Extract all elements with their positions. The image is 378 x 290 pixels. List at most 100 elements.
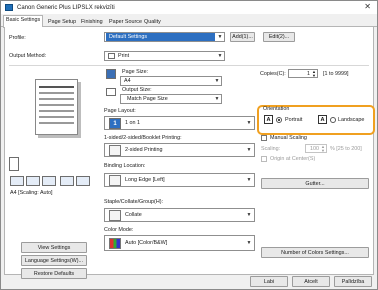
output-method-label: Output Method: xyxy=(9,53,47,59)
preview-line xyxy=(39,110,74,112)
scaling-range: % [25 to 200] xyxy=(330,146,362,152)
page-layout-value: 1 on 1 xyxy=(125,120,140,126)
restore-defaults-button[interactable]: Restore Defaults xyxy=(21,268,87,279)
preview-line xyxy=(39,104,74,106)
tab-paper-source[interactable]: Paper Source xyxy=(106,17,145,27)
stepper-arrows-icon[interactable]: ▲ ▼ xyxy=(312,70,316,78)
landscape-icon: A xyxy=(318,115,327,124)
scaling-value: 100 xyxy=(310,146,319,152)
printer-icon xyxy=(108,53,115,59)
close-icon[interactable]: ✕ xyxy=(364,2,371,11)
staple-select[interactable]: Collate ▼ xyxy=(104,208,255,222)
binding-select[interactable]: Long Edge [Left] ▼ xyxy=(104,173,255,187)
portrait-label: Portrait xyxy=(285,117,303,123)
profile-label: Profile: xyxy=(9,35,26,41)
copies-range: [1 to 9999] xyxy=(323,71,349,77)
manual-scaling-checkbox[interactable] xyxy=(261,135,267,141)
scaling-label: Scaling: xyxy=(261,146,281,152)
page-layout-select[interactable]: 1 1 on 1 ▼ xyxy=(104,116,255,130)
staple-label: Staple/Collate/Group(H): xyxy=(104,199,164,205)
chevron-down-icon: ▼ xyxy=(246,212,252,218)
color-mode-value: Auto [Color/B&W] xyxy=(125,240,168,246)
binding-label: Binding Location: xyxy=(104,163,146,169)
page-preview xyxy=(35,79,78,135)
preview-line xyxy=(39,122,74,124)
title-bar: Canon Generic Plus LIPSLX rekvizīti ✕ xyxy=(1,1,377,14)
color-mode-icon xyxy=(109,237,121,249)
preview-line xyxy=(39,92,74,94)
copies-label: Copies(C): xyxy=(260,71,286,77)
printer-app-icon xyxy=(5,4,13,11)
settings-icon-5 xyxy=(76,176,90,186)
view-settings-button[interactable]: View Settings xyxy=(21,242,87,253)
chevron-down-icon: ▼ xyxy=(214,96,220,102)
landscape-radio[interactable] xyxy=(330,117,336,123)
printing-label: 1-sided/2-sided/Booklet Printing: xyxy=(104,135,182,141)
tab-finishing[interactable]: Finishing xyxy=(78,17,106,27)
page-size-label: Page Size: xyxy=(122,69,149,75)
binding-value: Long Edge [Left] xyxy=(125,177,165,183)
portrait-icon: A xyxy=(264,115,273,124)
preview-caption: A4 [Scaling: Auto] xyxy=(10,190,53,196)
manual-scaling-label: Manual Scaling xyxy=(270,135,307,141)
chevron-down-icon: ▼ xyxy=(217,53,223,59)
output-method-value: Print xyxy=(118,53,130,59)
scaling-stepper[interactable]: 100 ▲ ▼ xyxy=(305,144,327,153)
edit-profile-button[interactable]: Edit(2)... xyxy=(263,32,295,42)
preview-line xyxy=(39,98,74,100)
gutter-button[interactable]: Gutter... xyxy=(261,178,369,189)
help-button[interactable]: Palīdzība xyxy=(334,276,372,287)
tab-page-setup[interactable]: Page Setup xyxy=(45,17,79,27)
settings-icon-2 xyxy=(26,176,40,186)
printing-value: 2-sided Printing xyxy=(125,147,163,153)
preview-line xyxy=(39,116,74,118)
layout-badge: 1 xyxy=(109,117,121,129)
tab-quality[interactable]: Quality xyxy=(141,17,164,27)
page-size-icon xyxy=(106,69,116,79)
two-sided-icon xyxy=(109,144,121,156)
number-of-colors-button[interactable]: Number of Colors Settings... xyxy=(261,247,369,258)
cancel-button[interactable]: Atcelt xyxy=(292,276,330,287)
portrait-radio[interactable] xyxy=(276,117,282,123)
ok-button[interactable]: Labi xyxy=(250,276,288,287)
divider xyxy=(9,65,369,66)
landscape-label: Landscape xyxy=(338,117,365,123)
chevron-down-icon: ▼ xyxy=(246,240,252,246)
color-mode-label: Color Mode: xyxy=(104,227,134,233)
basic-settings-panel: Profile: Default Settings ▼ Add(1)... Ed… xyxy=(4,27,375,279)
printing-select[interactable]: 2-sided Printing ▼ xyxy=(104,143,255,157)
window-title: Canon Generic Plus LIPSLX rekvizīti xyxy=(17,4,115,11)
settings-icon-1 xyxy=(10,176,24,186)
binding-icon xyxy=(109,174,121,186)
chevron-down-icon: ▼ xyxy=(246,177,252,183)
output-size-select[interactable]: Match Page Size ▼ xyxy=(120,94,222,104)
chevron-down-icon: ▼ xyxy=(214,78,220,84)
chevron-down-icon: ▼ xyxy=(246,147,252,153)
chevron-down-icon: ▼ xyxy=(246,120,252,126)
collate-icon xyxy=(109,209,121,221)
add-profile-button[interactable]: Add(1)... xyxy=(230,32,255,42)
chevron-down-icon: ▼ xyxy=(217,34,223,40)
printer-properties-window: Canon Generic Plus LIPSLX rekvizīti ✕ Ba… xyxy=(0,0,378,290)
profile-value: Default Settings xyxy=(106,33,215,41)
page-size-value: A4 xyxy=(124,78,131,84)
orientation-label: Orientation xyxy=(263,106,290,112)
output-method-select[interactable]: Print ▼ xyxy=(104,51,225,61)
stepper-arrows-icon[interactable]: ▲ ▼ xyxy=(321,145,325,153)
profile-select[interactable]: Default Settings ▼ xyxy=(104,32,225,42)
preview-line xyxy=(39,86,74,88)
document-stack-icon xyxy=(9,157,19,171)
language-settings-button[interactable]: Language Settings(W)... xyxy=(21,255,87,266)
output-size-value: Match Page Size xyxy=(127,96,168,102)
color-mode-select[interactable]: Auto [Color/B&W] ▼ xyxy=(104,235,255,251)
settings-icon-4 xyxy=(60,176,74,186)
copies-stepper[interactable]: 1 ▲ ▼ xyxy=(288,69,318,78)
settings-icon-3 xyxy=(42,176,56,186)
output-size-icon xyxy=(106,88,116,96)
page-size-select[interactable]: A4 ▼ xyxy=(120,76,222,86)
copies-value: 1 xyxy=(307,71,310,77)
output-size-label: Output Size: xyxy=(122,87,152,93)
staple-value: Collate xyxy=(125,212,142,218)
page-layout-label: Page Layout: xyxy=(104,108,136,114)
origin-at-center-checkbox[interactable] xyxy=(261,156,267,162)
